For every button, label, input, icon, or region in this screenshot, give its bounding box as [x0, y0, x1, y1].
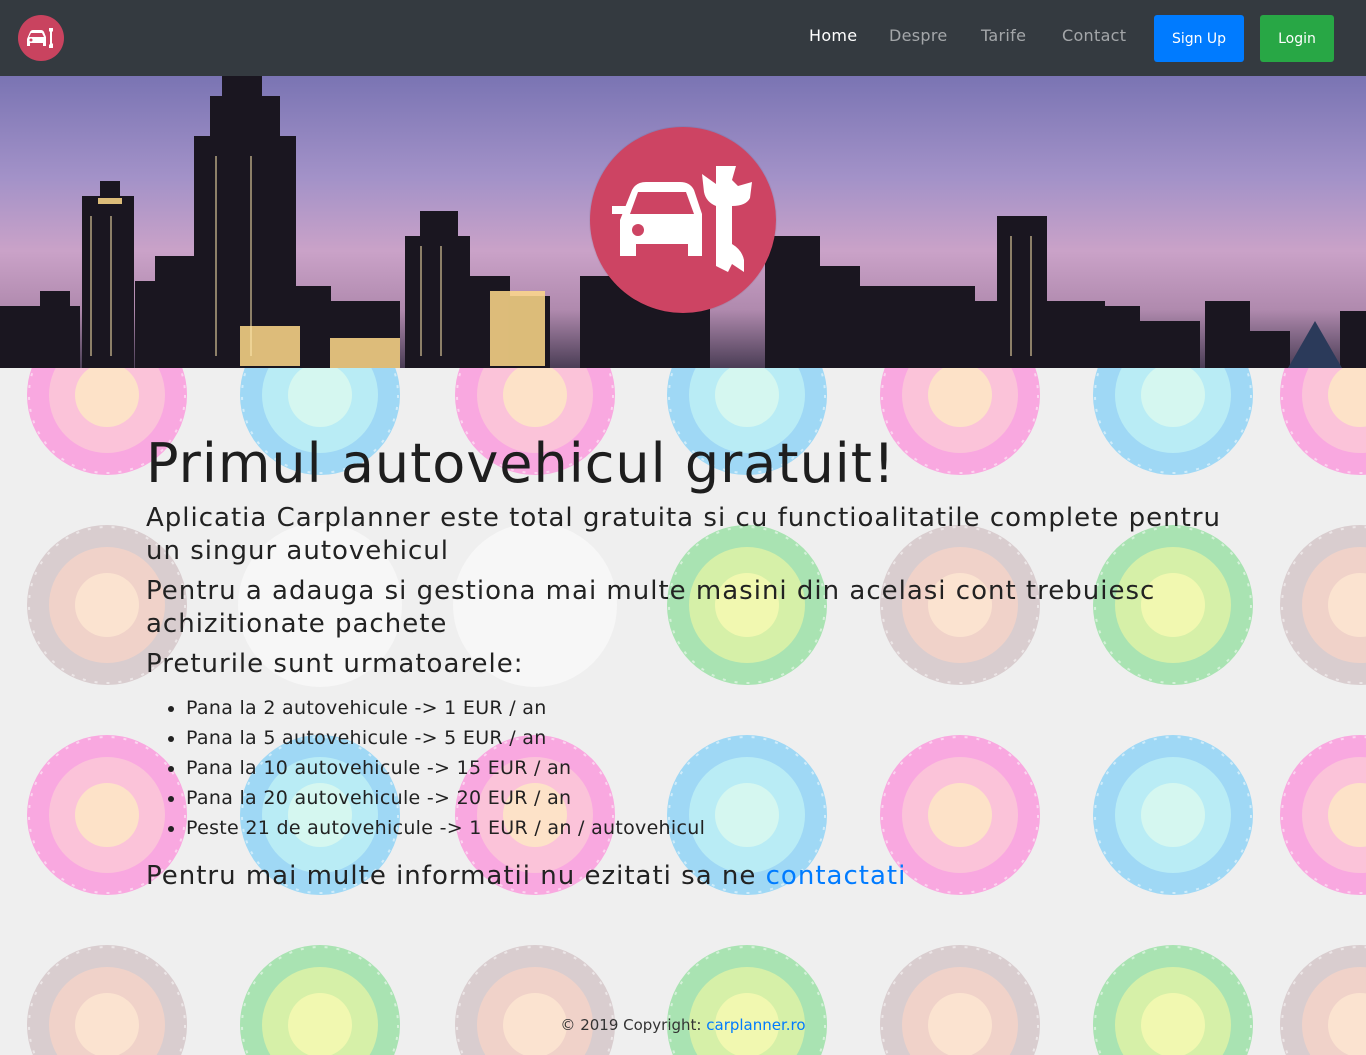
pattern-circle — [1093, 945, 1253, 1055]
nav-tarife[interactable]: Tarife — [981, 26, 1026, 45]
nav-despre[interactable]: Despre — [889, 26, 948, 45]
price-item: Pana la 2 autovehicule -> 1 EUR / an — [186, 693, 1221, 723]
pattern-circle — [455, 945, 615, 1055]
pattern-circle — [1280, 368, 1366, 475]
pattern-circle — [1280, 735, 1366, 895]
main-content: Primul autovehicul gratuit! Aplicatia Ca… — [146, 430, 1221, 891]
brand-logo[interactable] — [18, 15, 64, 61]
contact-link[interactable]: contactati — [766, 861, 907, 891]
pattern-circle — [1280, 525, 1366, 685]
car-wrench-icon — [27, 28, 53, 48]
prices-heading: Preturile sunt urmatoarele: — [146, 649, 524, 679]
signup-button[interactable]: Sign Up — [1154, 15, 1244, 62]
packages-paragraph: Pentru a adauga si gestiona mai multe ma… — [146, 576, 1156, 639]
pattern-circle — [880, 945, 1040, 1055]
footer-link[interactable]: carplanner.ro — [706, 1016, 805, 1034]
navbar: Home Despre Tarife Contact Sign Up Login — [0, 0, 1366, 76]
price-item: Pana la 5 autovehicule -> 5 EUR / an — [186, 723, 1221, 753]
price-item: Pana la 20 autovehicule -> 20 EUR / an — [186, 783, 1221, 813]
page-title: Primul autovehicul gratuit! — [146, 432, 896, 495]
intro-paragraph: Aplicatia Carplanner este total gratuita… — [146, 503, 1221, 566]
pattern-circle — [1280, 945, 1366, 1055]
contact-prefix: Pentru mai multe informatii nu ezitati s… — [146, 861, 766, 891]
price-item: Pana la 10 autovehicule -> 15 EUR / an — [186, 753, 1221, 783]
price-list: Pana la 2 autovehicule -> 1 EUR / an Pan… — [186, 693, 1221, 843]
price-item: Peste 21 de autovehicule -> 1 EUR / an /… — [186, 813, 1221, 843]
car-wrench-icon — [612, 166, 752, 272]
contact-line: Pentru mai multe informatii nu ezitati s… — [146, 861, 1221, 891]
pattern-circle — [240, 945, 400, 1055]
footer: © 2019 Copyright: carplanner.ro — [0, 1016, 1366, 1034]
copyright-text: © 2019 Copyright: — [560, 1016, 707, 1034]
login-button[interactable]: Login — [1260, 15, 1334, 62]
nav-contact[interactable]: Contact — [1062, 26, 1126, 45]
hero-logo — [590, 127, 776, 313]
pattern-circle — [27, 945, 187, 1055]
nav-home[interactable]: Home — [809, 26, 857, 45]
hero-banner — [0, 76, 1366, 368]
pattern-circle — [667, 945, 827, 1055]
